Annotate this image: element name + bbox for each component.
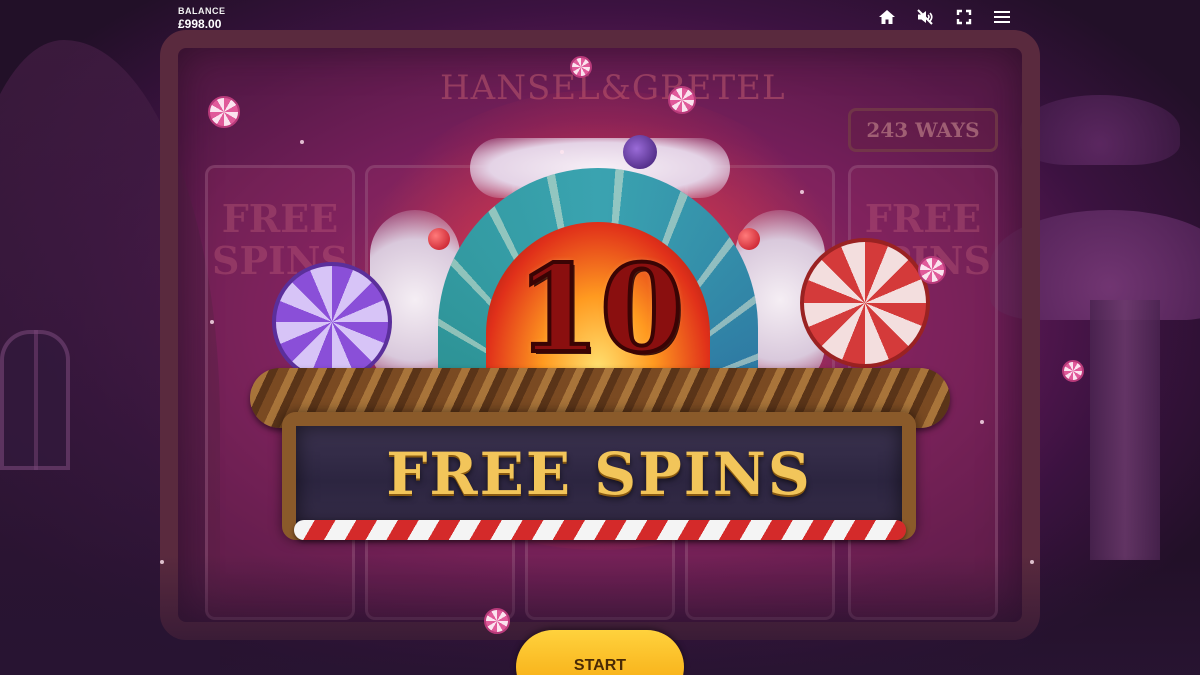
free-spins-label: FREE SPINS [386,440,812,508]
purple-candy-icon [272,262,392,382]
background-mushroom-small [1020,95,1180,165]
sparkle [800,190,804,194]
candy-cane-decoration [294,520,906,540]
blackberry-icon [623,135,657,169]
sparkle [210,320,214,324]
balance-display: BALANCE £998.00 [178,6,226,31]
sparkle [980,420,984,424]
lollipop-icon [570,56,592,78]
sparkle [160,560,164,564]
sound-muted-icon[interactable] [914,6,936,28]
lollipop-icon [668,86,696,114]
balance-value: £998.00 [178,17,222,31]
lollipop-icon [918,256,946,284]
lollipop-icon [484,608,510,634]
ways-badge: 243 WAYS [848,108,998,152]
cherry-icon [738,228,760,250]
sparkle [560,150,564,154]
background-mushroom-stem [1090,300,1160,560]
fullscreen-icon[interactable] [953,6,975,28]
home-icon[interactable] [876,6,898,28]
lollipop-icon [208,96,240,128]
red-candy-icon [800,238,930,368]
sparkle [1030,560,1034,564]
lollipop-icon [1062,360,1084,382]
start-button[interactable]: START [516,630,684,675]
balance-label: BALANCE [178,6,226,16]
sparkle [300,140,304,144]
background-window [0,330,70,470]
game-stage: HANSEL&GRETEL 243 WAYS FREE SPINS FREE S… [0,0,1200,675]
cherry-icon [428,228,450,250]
menu-icon[interactable] [991,6,1013,28]
free-spins-count: 10 [515,238,686,382]
